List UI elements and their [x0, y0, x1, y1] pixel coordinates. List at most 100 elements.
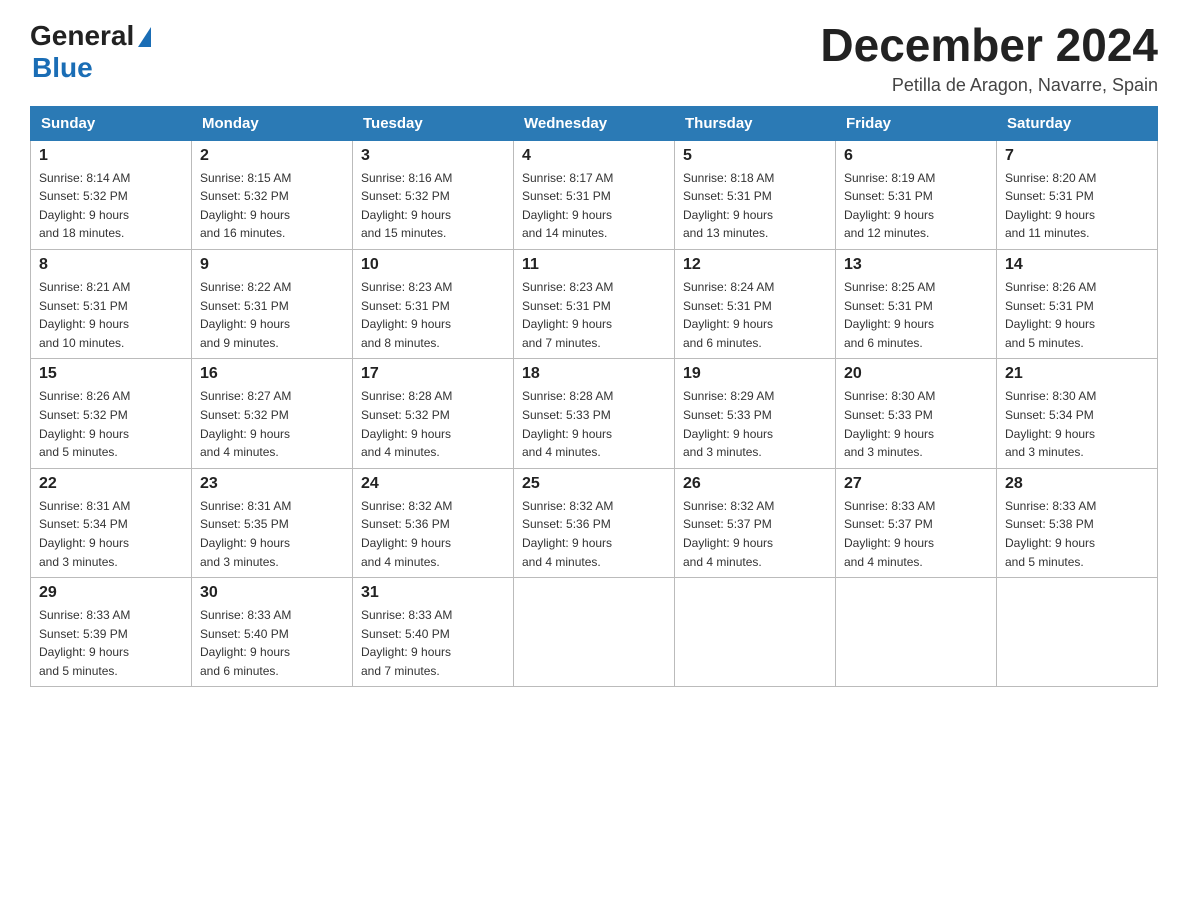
calendar-cell: 28 Sunrise: 8:33 AMSunset: 5:38 PMDaylig… [997, 468, 1158, 577]
day-number: 4 [522, 147, 666, 165]
day-number: 8 [39, 256, 183, 274]
logo: General Blue [30, 20, 151, 84]
calendar-cell: 2 Sunrise: 8:15 AMSunset: 5:32 PMDayligh… [192, 140, 353, 249]
calendar-cell: 10 Sunrise: 8:23 AMSunset: 5:31 PMDaylig… [353, 249, 514, 358]
weekday-header-sunday: Sunday [31, 106, 192, 140]
day-number: 24 [361, 475, 505, 493]
day-info: Sunrise: 8:20 AMSunset: 5:31 PMDaylight:… [1005, 169, 1149, 243]
day-info: Sunrise: 8:26 AMSunset: 5:32 PMDaylight:… [39, 387, 183, 461]
calendar-cell: 8 Sunrise: 8:21 AMSunset: 5:31 PMDayligh… [31, 249, 192, 358]
week-row-3: 15 Sunrise: 8:26 AMSunset: 5:32 PMDaylig… [31, 359, 1158, 468]
logo-triangle-icon [138, 27, 151, 47]
calendar-cell: 15 Sunrise: 8:26 AMSunset: 5:32 PMDaylig… [31, 359, 192, 468]
page-header: General Blue December 2024 Petilla de Ar… [30, 20, 1158, 96]
weekday-header-row: SundayMondayTuesdayWednesdayThursdayFrid… [31, 106, 1158, 140]
calendar-cell [675, 578, 836, 687]
day-info: Sunrise: 8:26 AMSunset: 5:31 PMDaylight:… [1005, 278, 1149, 352]
calendar-cell: 1 Sunrise: 8:14 AMSunset: 5:32 PMDayligh… [31, 140, 192, 249]
day-number: 2 [200, 147, 344, 165]
day-info: Sunrise: 8:31 AMSunset: 5:34 PMDaylight:… [39, 497, 183, 571]
day-info: Sunrise: 8:33 AMSunset: 5:39 PMDaylight:… [39, 606, 183, 680]
calendar-cell: 27 Sunrise: 8:33 AMSunset: 5:37 PMDaylig… [836, 468, 997, 577]
logo-blue-text: Blue [32, 52, 93, 84]
day-number: 12 [683, 256, 827, 274]
calendar-cell: 4 Sunrise: 8:17 AMSunset: 5:31 PMDayligh… [514, 140, 675, 249]
logo-general-text: General [30, 20, 134, 52]
day-number: 21 [1005, 365, 1149, 383]
calendar-cell [836, 578, 997, 687]
calendar-cell: 14 Sunrise: 8:26 AMSunset: 5:31 PMDaylig… [997, 249, 1158, 358]
day-number: 9 [200, 256, 344, 274]
day-number: 28 [1005, 475, 1149, 493]
day-number: 11 [522, 256, 666, 274]
title-area: December 2024 Petilla de Aragon, Navarre… [820, 20, 1158, 96]
day-info: Sunrise: 8:32 AMSunset: 5:37 PMDaylight:… [683, 497, 827, 571]
calendar-cell: 20 Sunrise: 8:30 AMSunset: 5:33 PMDaylig… [836, 359, 997, 468]
weekday-header-monday: Monday [192, 106, 353, 140]
day-info: Sunrise: 8:27 AMSunset: 5:32 PMDaylight:… [200, 387, 344, 461]
calendar-cell: 5 Sunrise: 8:18 AMSunset: 5:31 PMDayligh… [675, 140, 836, 249]
calendar-cell: 21 Sunrise: 8:30 AMSunset: 5:34 PMDaylig… [997, 359, 1158, 468]
day-info: Sunrise: 8:17 AMSunset: 5:31 PMDaylight:… [522, 169, 666, 243]
day-info: Sunrise: 8:23 AMSunset: 5:31 PMDaylight:… [522, 278, 666, 352]
day-number: 3 [361, 147, 505, 165]
week-row-1: 1 Sunrise: 8:14 AMSunset: 5:32 PMDayligh… [31, 140, 1158, 249]
day-info: Sunrise: 8:32 AMSunset: 5:36 PMDaylight:… [522, 497, 666, 571]
day-info: Sunrise: 8:22 AMSunset: 5:31 PMDaylight:… [200, 278, 344, 352]
day-number: 19 [683, 365, 827, 383]
day-info: Sunrise: 8:30 AMSunset: 5:33 PMDaylight:… [844, 387, 988, 461]
day-info: Sunrise: 8:14 AMSunset: 5:32 PMDaylight:… [39, 169, 183, 243]
day-info: Sunrise: 8:21 AMSunset: 5:31 PMDaylight:… [39, 278, 183, 352]
calendar-cell: 19 Sunrise: 8:29 AMSunset: 5:33 PMDaylig… [675, 359, 836, 468]
calendar-table: SundayMondayTuesdayWednesdayThursdayFrid… [30, 106, 1158, 688]
day-number: 30 [200, 584, 344, 602]
day-info: Sunrise: 8:33 AMSunset: 5:40 PMDaylight:… [361, 606, 505, 680]
day-number: 7 [1005, 147, 1149, 165]
calendar-cell: 11 Sunrise: 8:23 AMSunset: 5:31 PMDaylig… [514, 249, 675, 358]
weekday-header-tuesday: Tuesday [353, 106, 514, 140]
day-info: Sunrise: 8:24 AMSunset: 5:31 PMDaylight:… [683, 278, 827, 352]
day-number: 6 [844, 147, 988, 165]
day-number: 27 [844, 475, 988, 493]
calendar-cell: 23 Sunrise: 8:31 AMSunset: 5:35 PMDaylig… [192, 468, 353, 577]
calendar-cell: 31 Sunrise: 8:33 AMSunset: 5:40 PMDaylig… [353, 578, 514, 687]
calendar-cell: 22 Sunrise: 8:31 AMSunset: 5:34 PMDaylig… [31, 468, 192, 577]
month-title: December 2024 [820, 20, 1158, 71]
calendar-cell: 25 Sunrise: 8:32 AMSunset: 5:36 PMDaylig… [514, 468, 675, 577]
calendar-cell: 17 Sunrise: 8:28 AMSunset: 5:32 PMDaylig… [353, 359, 514, 468]
day-number: 17 [361, 365, 505, 383]
day-info: Sunrise: 8:28 AMSunset: 5:33 PMDaylight:… [522, 387, 666, 461]
day-info: Sunrise: 8:30 AMSunset: 5:34 PMDaylight:… [1005, 387, 1149, 461]
day-number: 18 [522, 365, 666, 383]
day-number: 22 [39, 475, 183, 493]
day-number: 25 [522, 475, 666, 493]
day-number: 10 [361, 256, 505, 274]
day-number: 23 [200, 475, 344, 493]
day-number: 31 [361, 584, 505, 602]
calendar-cell [997, 578, 1158, 687]
day-info: Sunrise: 8:28 AMSunset: 5:32 PMDaylight:… [361, 387, 505, 461]
day-number: 15 [39, 365, 183, 383]
day-info: Sunrise: 8:19 AMSunset: 5:31 PMDaylight:… [844, 169, 988, 243]
calendar-cell: 12 Sunrise: 8:24 AMSunset: 5:31 PMDaylig… [675, 249, 836, 358]
day-number: 20 [844, 365, 988, 383]
day-number: 26 [683, 475, 827, 493]
day-number: 13 [844, 256, 988, 274]
day-info: Sunrise: 8:32 AMSunset: 5:36 PMDaylight:… [361, 497, 505, 571]
weekday-header-friday: Friday [836, 106, 997, 140]
day-number: 1 [39, 147, 183, 165]
calendar-cell: 3 Sunrise: 8:16 AMSunset: 5:32 PMDayligh… [353, 140, 514, 249]
day-info: Sunrise: 8:31 AMSunset: 5:35 PMDaylight:… [200, 497, 344, 571]
calendar-cell: 18 Sunrise: 8:28 AMSunset: 5:33 PMDaylig… [514, 359, 675, 468]
location-text: Petilla de Aragon, Navarre, Spain [820, 75, 1158, 96]
week-row-4: 22 Sunrise: 8:31 AMSunset: 5:34 PMDaylig… [31, 468, 1158, 577]
week-row-2: 8 Sunrise: 8:21 AMSunset: 5:31 PMDayligh… [31, 249, 1158, 358]
day-info: Sunrise: 8:33 AMSunset: 5:40 PMDaylight:… [200, 606, 344, 680]
calendar-cell: 9 Sunrise: 8:22 AMSunset: 5:31 PMDayligh… [192, 249, 353, 358]
calendar-cell: 16 Sunrise: 8:27 AMSunset: 5:32 PMDaylig… [192, 359, 353, 468]
day-info: Sunrise: 8:15 AMSunset: 5:32 PMDaylight:… [200, 169, 344, 243]
calendar-cell: 26 Sunrise: 8:32 AMSunset: 5:37 PMDaylig… [675, 468, 836, 577]
calendar-cell: 30 Sunrise: 8:33 AMSunset: 5:40 PMDaylig… [192, 578, 353, 687]
weekday-header-thursday: Thursday [675, 106, 836, 140]
day-info: Sunrise: 8:18 AMSunset: 5:31 PMDaylight:… [683, 169, 827, 243]
